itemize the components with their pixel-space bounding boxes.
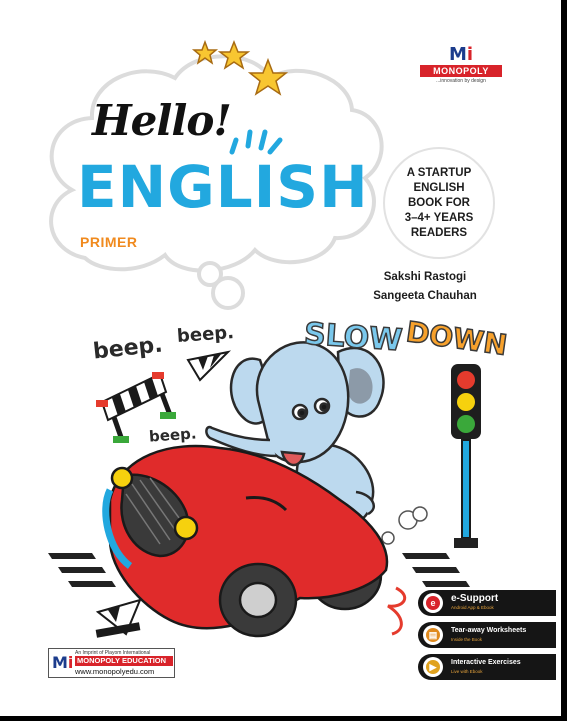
- worksheet-icon: ▤: [423, 625, 443, 645]
- feature-subtitle: Android App & Ebook: [451, 605, 494, 610]
- imprint-website: www.monopolyedu.com: [75, 667, 155, 676]
- feature-title: Interactive Exercises: [451, 659, 521, 666]
- e-icon: e: [423, 593, 443, 613]
- feature-bar-worksheets: ▤ Tear-away Worksheets Inside the Book: [418, 622, 556, 648]
- traffic-cone-icon: [186, 350, 232, 382]
- feature-title: Tear-away Worksheets: [451, 627, 527, 634]
- traffic-light-icon: [451, 364, 481, 548]
- book-cover: Hello! ENGLISH PRIMER Mi MONOPOLY ...inn…: [0, 0, 561, 716]
- feature-subtitle: Live with Ebook: [451, 669, 483, 674]
- feature-bar-e-support: e e-Support Android App & Ebook: [418, 590, 556, 616]
- exhaust-puff-icon: [381, 506, 428, 545]
- beep-word: beep.: [176, 322, 235, 347]
- slow-word: SLOW: [302, 316, 404, 359]
- play-icon: ▶: [423, 657, 443, 677]
- traffic-cone-icon: [95, 598, 142, 638]
- feature-bar-exercises: ▶ Interactive Exercises Live with Ebook: [418, 654, 556, 680]
- imprint-logo: Mi An Imprint of Playom International MO…: [48, 648, 175, 678]
- beep-word: beep.: [148, 424, 198, 446]
- feature-subtitle: Inside the Book: [451, 637, 483, 642]
- feature-title: e-Support: [451, 593, 499, 604]
- skid-swoosh: [387, 586, 407, 636]
- imprint-mark: Mi: [52, 653, 74, 672]
- imprint-name: MONOPOLY EDUCATION: [75, 656, 173, 666]
